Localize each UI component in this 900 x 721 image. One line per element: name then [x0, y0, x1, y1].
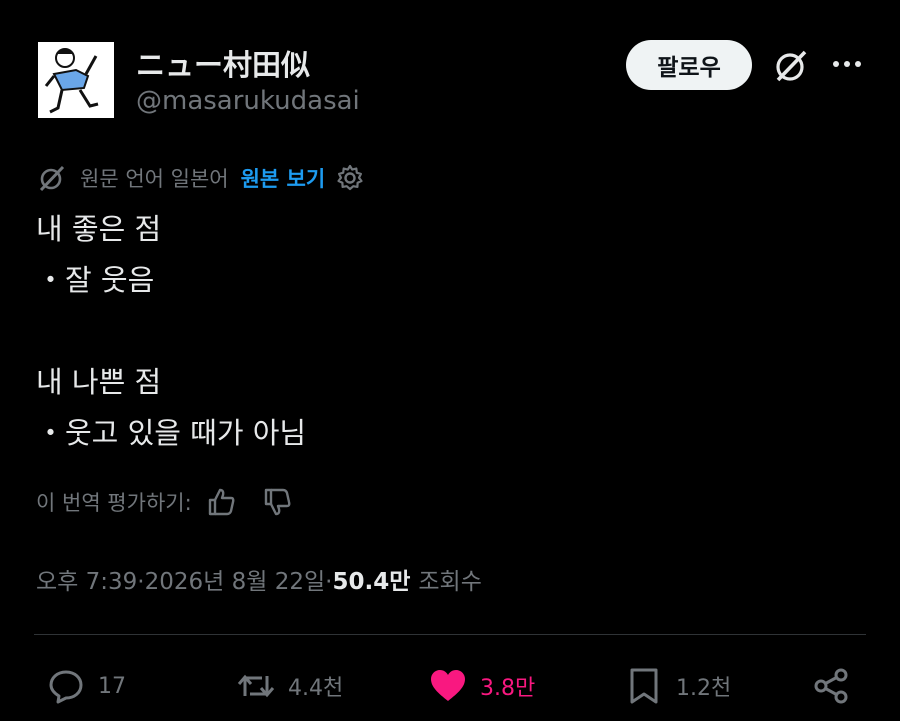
repost-icon	[237, 674, 275, 698]
meta-separator: ·	[325, 569, 333, 595]
bookmark-count: 1.2천	[676, 676, 732, 701]
heart-icon	[431, 670, 465, 701]
show-original-link[interactable]: 원본 보기	[241, 163, 326, 193]
views-count: 50.4만	[332, 569, 411, 595]
grok-translate-icon	[39, 165, 65, 192]
post-header: ニュー村田似 @masarukudasai 팔로우	[0, 0, 900, 140]
post-time[interactable]: 오후 7:39	[36, 562, 137, 596]
share-icon	[814, 668, 848, 704]
views-label: 조회수	[418, 569, 482, 595]
gear-icon[interactable]	[335, 163, 365, 193]
post-date[interactable]: 2026년 8월 22일	[145, 562, 326, 596]
share-button[interactable]	[812, 660, 864, 712]
reply-icon	[49, 670, 83, 704]
like-button[interactable]: 3.8만	[428, 660, 535, 712]
like-count: 3.8만	[480, 676, 536, 701]
translation-notice: 원문 언어 일본어 원본 보기	[36, 160, 365, 196]
rate-translation-label: 이 번역 평가하기:	[36, 491, 192, 515]
tweet-line: 내 좋은 점	[36, 212, 162, 246]
rate-translation: 이 번역 평가하기:	[36, 484, 318, 520]
thumbs-up-icon[interactable]	[206, 486, 238, 518]
action-bar: 17 4.4천 3.8만 1.2천	[0, 660, 900, 712]
avatar-illustration	[38, 42, 114, 118]
divider	[34, 634, 866, 635]
author-display-name[interactable]: ニュー村田似	[136, 42, 310, 84]
source-language-label: 원문 언어 일본어	[80, 167, 229, 191]
tweet-line: ・잘 웃음	[36, 263, 155, 297]
tweet-line: ・웃고 있을 때가 아님	[36, 416, 307, 450]
bookmark-button[interactable]: 1.2천	[624, 660, 731, 712]
meta-separator: ·	[137, 569, 145, 595]
more-icon[interactable]	[830, 52, 864, 76]
reply-button[interactable]: 17	[46, 660, 126, 712]
repost-count: 4.4천	[288, 676, 344, 701]
repost-button[interactable]: 4.4천	[236, 660, 343, 712]
avatar[interactable]	[38, 42, 114, 118]
author-handle[interactable]: @masarukudasai	[136, 86, 360, 116]
grok-icon[interactable]	[771, 46, 811, 86]
thumbs-down-icon[interactable]	[262, 486, 294, 518]
reply-count: 17	[98, 673, 126, 699]
post-meta: 오후 7:39 · 2026년 8월 22일 · 50.4만 조회수	[36, 562, 482, 596]
tweet-body: 내 좋은 점 ・잘 웃음 내 나쁜 점 ・웃고 있을 때가 아님	[36, 204, 306, 459]
tweet-line: 내 나쁜 점	[36, 365, 162, 399]
follow-button[interactable]: 팔로우	[626, 40, 752, 90]
bookmark-icon	[630, 668, 658, 704]
